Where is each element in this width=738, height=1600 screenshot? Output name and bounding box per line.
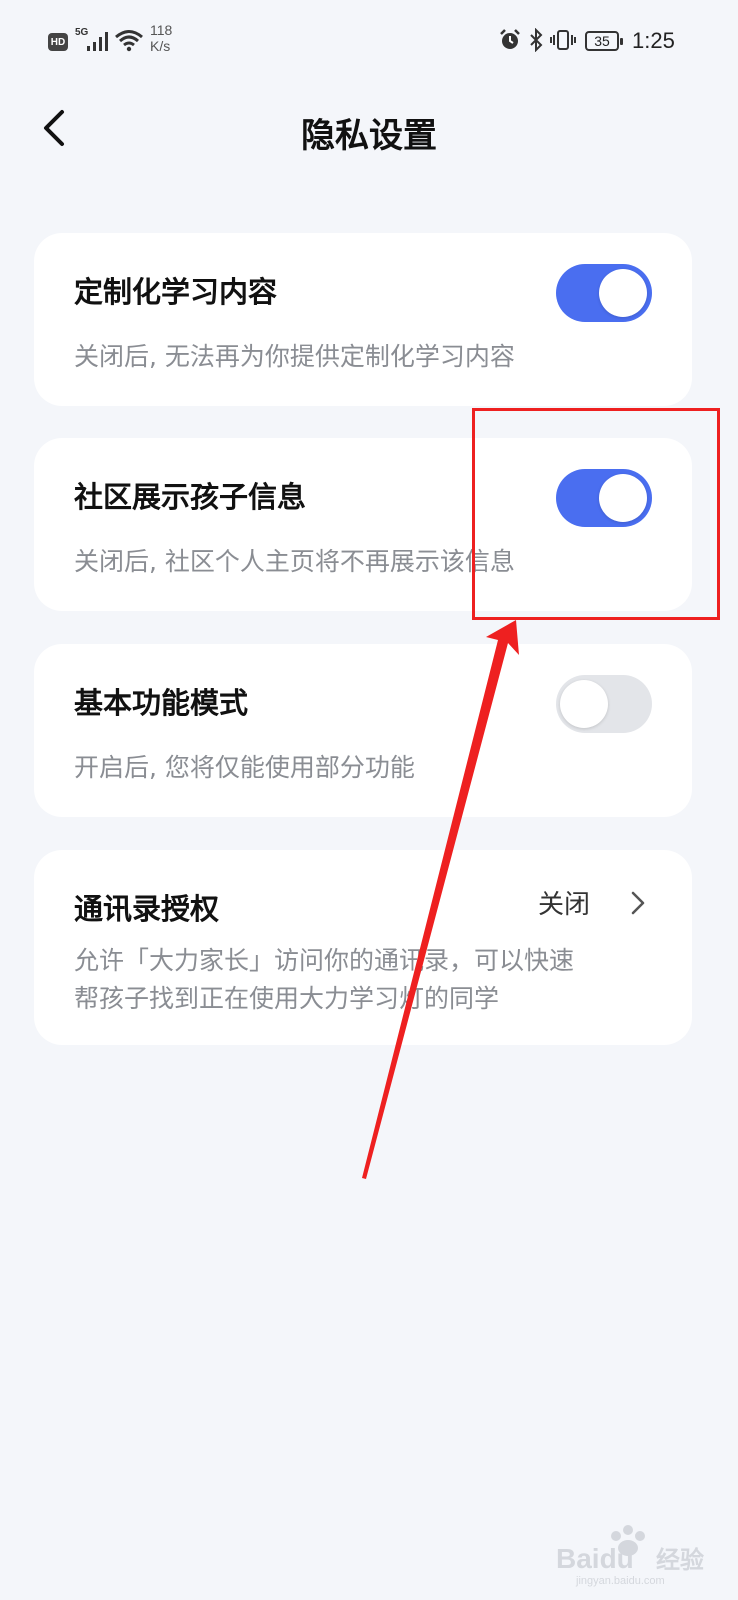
- basic-mode-toggle[interactable]: [556, 675, 652, 733]
- setting-description: 关闭后, 无法再为你提供定制化学习内容: [74, 342, 515, 371]
- custom-learning-toggle[interactable]: [556, 264, 652, 322]
- speed-unit: K/s: [150, 38, 171, 54]
- setting-title: 通讯录授权: [74, 892, 220, 926]
- watermark-text: 经验: [656, 1546, 704, 1574]
- setting-description: 关闭后, 社区个人主页将不再展示该信息: [74, 547, 515, 576]
- wifi-icon: [115, 30, 143, 52]
- setting-description-line-1: 允许「大力家长」访问你的通讯录，可以快速: [74, 946, 575, 975]
- annotation-highlight-box: [472, 408, 720, 620]
- setting-description: 开启后, 您将仅能使用部分功能: [74, 753, 415, 782]
- bluetooth-icon: [530, 28, 543, 52]
- setting-card-basic-mode: 基本功能模式 开启后, 您将仅能使用部分功能: [34, 644, 692, 817]
- setting-card-contacts-permission[interactable]: 通讯录授权 关闭 允许「大力家长」访问你的通讯录，可以快速 帮孩子找到正在使用大…: [34, 850, 692, 1045]
- setting-title: 社区展示孩子信息: [74, 480, 307, 514]
- page-title: 隐私设置: [301, 116, 437, 156]
- signal-icon: [87, 32, 108, 51]
- hd-icon: HD: [48, 33, 68, 51]
- watermark-brand: Baidu: [556, 1543, 634, 1574]
- vibrate-icon: [550, 30, 576, 50]
- status-bar: HD 5G 118 K/s 35 1:25: [0, 0, 738, 90]
- alarm-icon: [500, 29, 520, 49]
- speed-value: 118: [150, 22, 173, 38]
- baidu-jingyan-watermark: Baidu 经验 jingyan.baidu.com: [556, 1525, 704, 1587]
- setting-card-custom-learning: 定制化学习内容 关闭后, 无法再为你提供定制化学习内容: [34, 233, 692, 406]
- setting-title: 定制化学习内容: [74, 275, 278, 309]
- setting-title: 基本功能模式: [74, 686, 249, 720]
- watermark-url: jingyan.baidu.com: [575, 1575, 665, 1587]
- contacts-permission-status: 关闭: [537, 890, 590, 920]
- setting-description-line-2: 帮孩子找到正在使用大力学习灯的同学: [74, 984, 500, 1013]
- toggle-knob: [599, 269, 647, 317]
- clock: 1:25: [632, 28, 675, 53]
- chevron-right-icon: [631, 891, 645, 915]
- network-speed: 118 K/s: [150, 22, 172, 54]
- toggle-knob: [560, 680, 608, 728]
- battery-icon: 35: [585, 31, 623, 51]
